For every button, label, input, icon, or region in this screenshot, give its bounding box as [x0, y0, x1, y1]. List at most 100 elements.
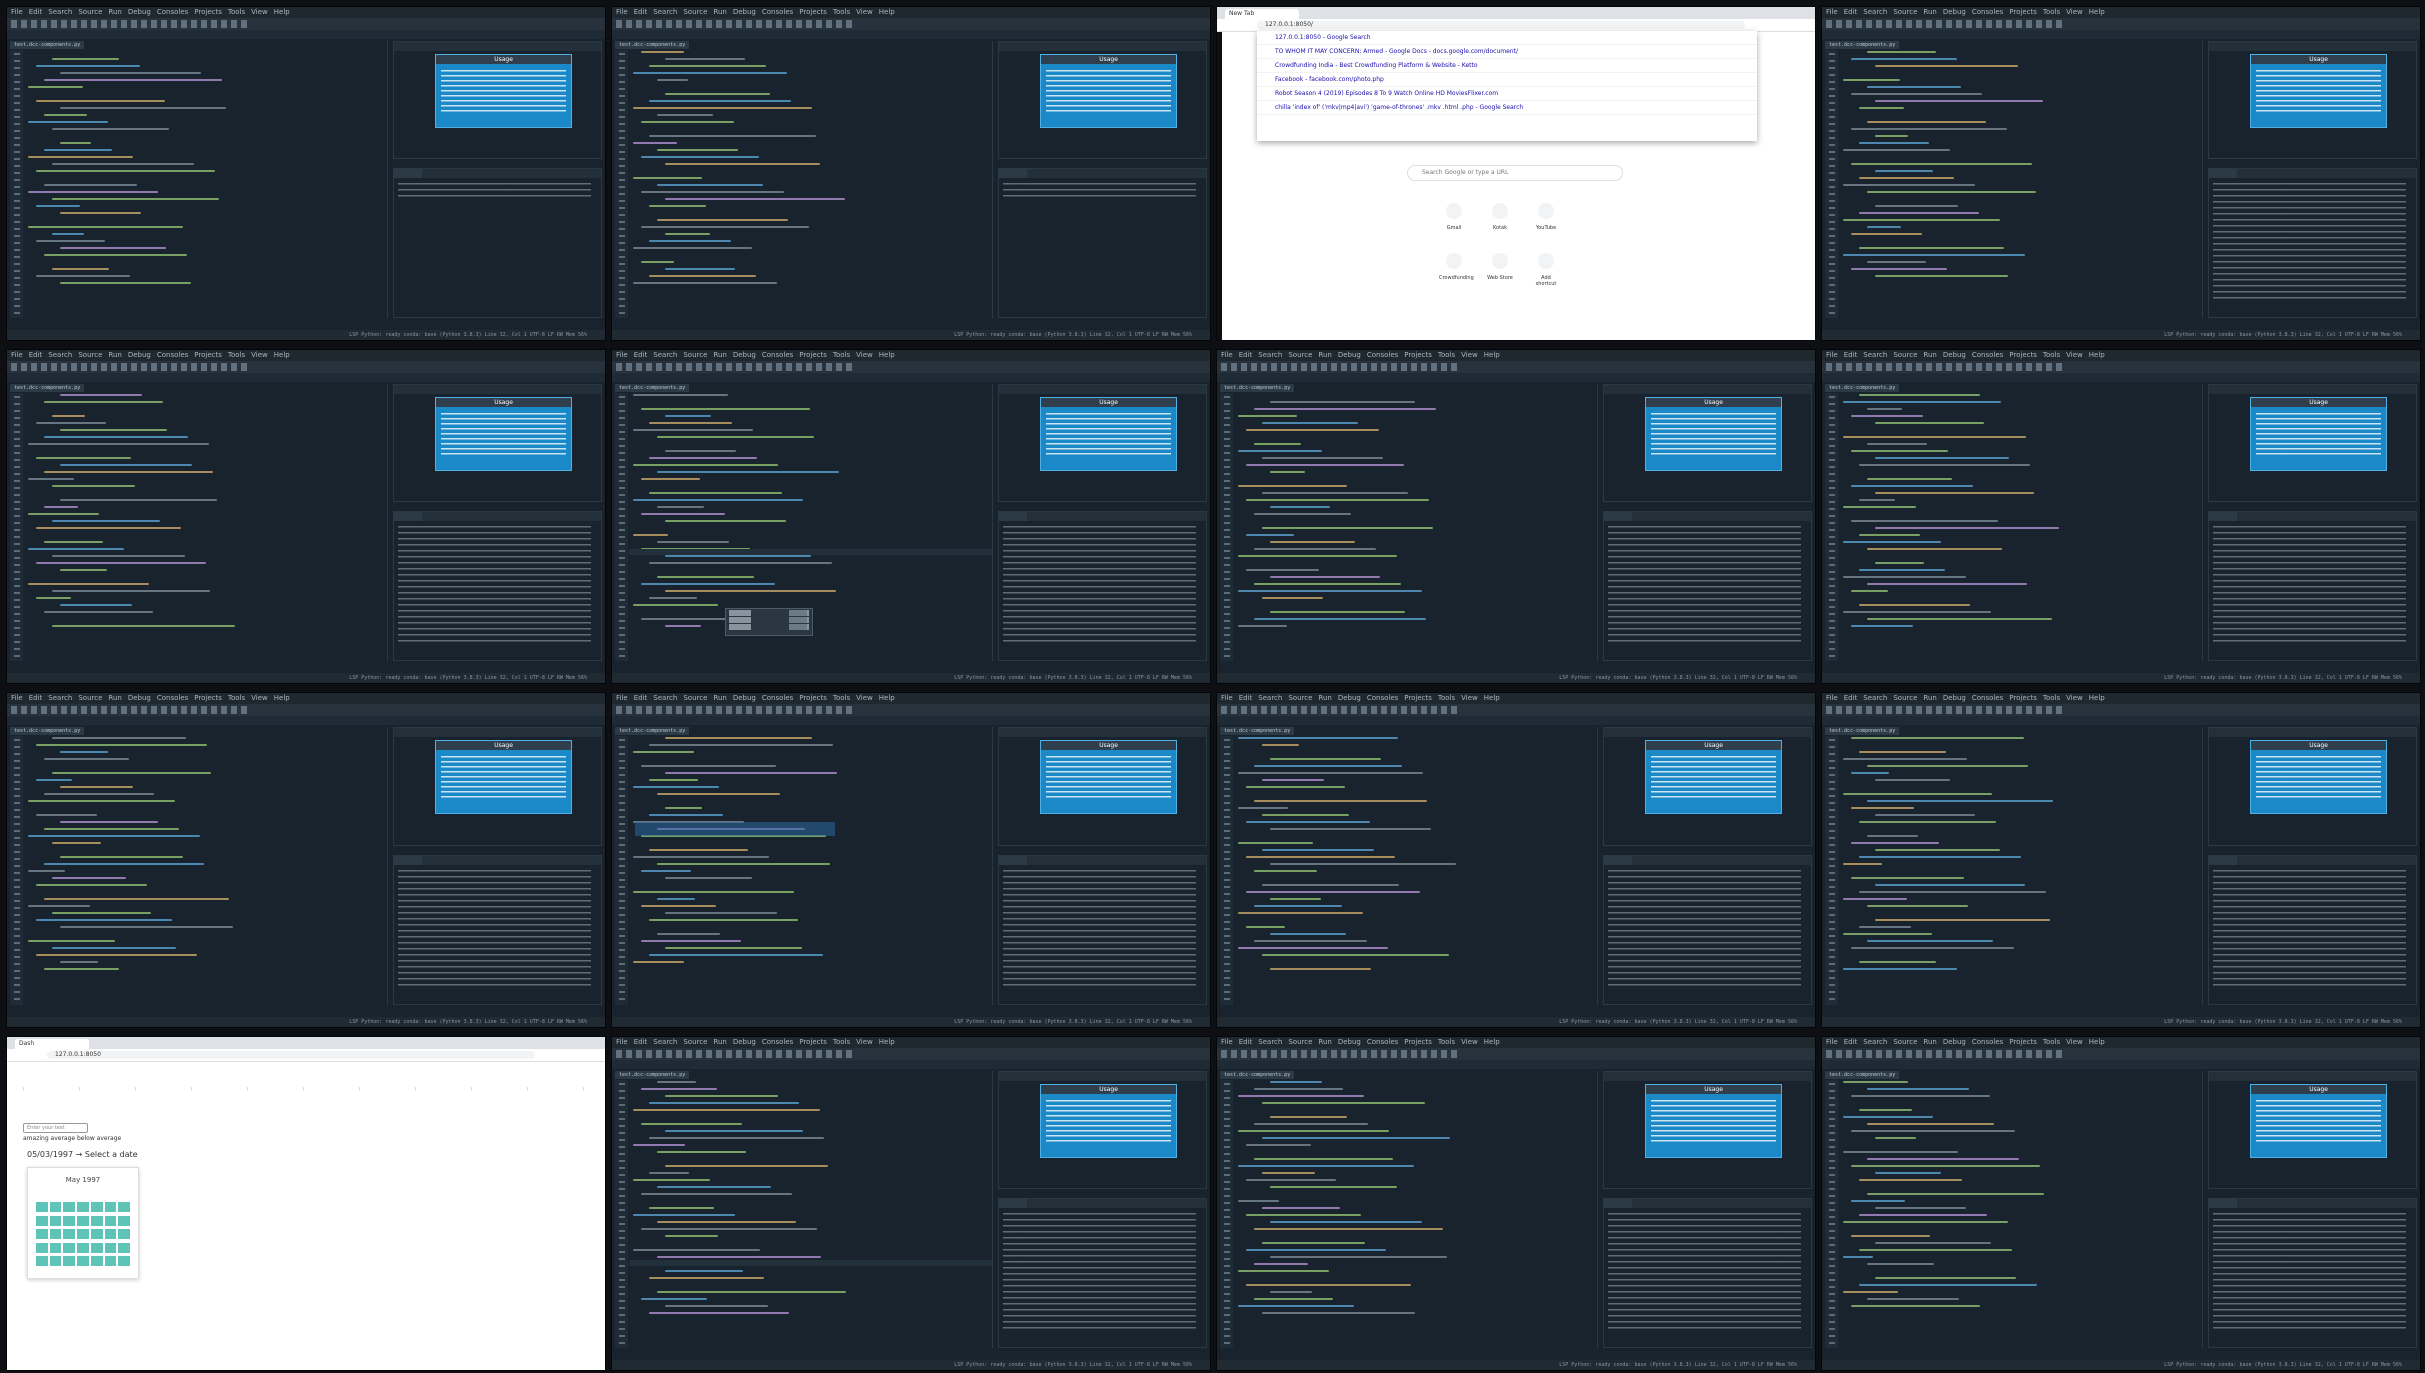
code-editor[interactable]: test.dcc-components.py — [615, 727, 993, 1005]
menu-debug[interactable]: Debug — [128, 351, 151, 359]
menu-consoles[interactable]: Consoles — [762, 1038, 793, 1046]
menu-search[interactable]: Search — [653, 1038, 677, 1046]
menu-tools[interactable]: Tools — [2043, 1038, 2060, 1046]
menu-debug[interactable]: Debug — [733, 694, 756, 702]
calendar-day[interactable] — [90, 1229, 103, 1240]
menu-tools[interactable]: Tools — [833, 1038, 850, 1046]
code-editor[interactable]: test.dcc-components.py — [10, 41, 388, 318]
menu-view[interactable]: View — [856, 694, 873, 702]
editor-tab[interactable]: test.dcc-components.py — [1220, 1071, 1294, 1079]
browser-tab[interactable]: New Tab — [1225, 9, 1299, 19]
menu-search[interactable]: Search — [48, 351, 72, 359]
shortcut-tile[interactable]: YouTube — [1531, 203, 1561, 231]
menu-projects[interactable]: Projects — [2009, 1038, 2037, 1046]
menu-file[interactable]: File — [1826, 351, 1838, 359]
calendar-day[interactable] — [118, 1202, 130, 1212]
code-editor[interactable]: test.dcc-components.py — [615, 1071, 993, 1348]
menu-search[interactable]: Search — [48, 8, 72, 16]
ipython-console[interactable] — [1602, 854, 1812, 1005]
menu-search[interactable]: Search — [1863, 1038, 1887, 1046]
menu-search[interactable]: Search — [653, 8, 677, 16]
menu-view[interactable]: View — [251, 8, 268, 16]
menu-help[interactable]: Help — [2089, 8, 2105, 16]
menu-run[interactable]: Run — [713, 351, 726, 359]
ipython-console[interactable] — [1602, 511, 1812, 661]
menu-help[interactable]: Help — [879, 1038, 895, 1046]
code-editor[interactable]: test.dcc-components.py — [1825, 727, 2203, 1005]
calendar-day[interactable] — [104, 1256, 117, 1267]
menu-file[interactable]: File — [11, 8, 23, 16]
menu-source[interactable]: Source — [1288, 1038, 1312, 1046]
calendar-day[interactable] — [63, 1202, 76, 1212]
menu-consoles[interactable]: Consoles — [1972, 351, 2003, 359]
menu-consoles[interactable]: Consoles — [157, 694, 188, 702]
calendar-day[interactable] — [63, 1256, 76, 1267]
menu-view[interactable]: View — [1461, 1038, 1478, 1046]
code-lines[interactable] — [1238, 394, 1591, 661]
console-tab[interactable] — [2208, 512, 2237, 522]
editor-tab[interactable]: test.dcc-components.py — [10, 384, 84, 392]
console-tab[interactable] — [998, 512, 1027, 522]
menu-edit[interactable]: Edit — [29, 8, 43, 16]
menu-source[interactable]: Source — [1893, 8, 1917, 16]
menu-tools[interactable]: Tools — [228, 351, 245, 359]
toolbar-icons[interactable] — [616, 363, 856, 371]
menu-help[interactable]: Help — [879, 351, 895, 359]
editor-tab[interactable]: test.dcc-components.py — [1825, 384, 1899, 392]
console-tabs[interactable] — [2208, 169, 2416, 179]
console-tabs[interactable] — [998, 855, 1206, 865]
menu-projects[interactable]: Projects — [2009, 694, 2037, 702]
menu-tools[interactable]: Tools — [1438, 694, 1455, 702]
editor-tab[interactable]: test.dcc-components.py — [1220, 384, 1294, 392]
menu-view[interactable]: View — [251, 694, 268, 702]
ipython-console[interactable] — [2207, 1198, 2417, 1348]
calendar-day[interactable] — [63, 1215, 76, 1226]
menu-search[interactable]: Search — [1258, 1038, 1282, 1046]
ipython-console[interactable] — [2207, 168, 2417, 318]
calendar-day[interactable] — [104, 1202, 117, 1212]
checklist[interactable]: amazing average below average — [23, 1135, 121, 1142]
menu-file[interactable]: File — [1826, 8, 1838, 16]
help-tabs[interactable] — [1603, 385, 1811, 394]
menu-edit[interactable]: Edit — [634, 694, 648, 702]
code-editor[interactable]: test.dcc-components.py — [1220, 384, 1598, 661]
help-tabs[interactable] — [2208, 385, 2416, 394]
calendar-day[interactable] — [63, 1242, 76, 1253]
menu-view[interactable]: View — [1461, 351, 1478, 359]
console-tab[interactable] — [393, 512, 422, 522]
menu-search[interactable]: Search — [1863, 8, 1887, 16]
calendar-day[interactable] — [49, 1202, 62, 1212]
menu-view[interactable]: View — [856, 8, 873, 16]
menu-run[interactable]: Run — [108, 351, 121, 359]
code-editor[interactable]: test.dcc-components.py — [615, 384, 993, 661]
menu-run[interactable]: Run — [1923, 1038, 1936, 1046]
menu-help[interactable]: Help — [2089, 351, 2105, 359]
help-tabs[interactable] — [393, 385, 601, 394]
menu-tools[interactable]: Tools — [2043, 694, 2060, 702]
menu-projects[interactable]: Projects — [1404, 1038, 1432, 1046]
menu-help[interactable]: Help — [2089, 1038, 2105, 1046]
ipython-console[interactable] — [1602, 1198, 1812, 1348]
calendar-day[interactable] — [90, 1215, 103, 1226]
google-search-box[interactable]: Search Google or type a URL — [1407, 165, 1623, 181]
menu-edit[interactable]: Edit — [29, 351, 43, 359]
menu-run[interactable]: Run — [713, 8, 726, 16]
menu-file[interactable]: File — [1221, 351, 1233, 359]
toolbar-icons[interactable] — [1221, 706, 1461, 714]
menu-edit[interactable]: Edit — [1844, 1038, 1858, 1046]
help-tabs[interactable] — [393, 42, 601, 51]
menu-file[interactable]: File — [1826, 1038, 1838, 1046]
menu-source[interactable]: Source — [1288, 351, 1312, 359]
menu-search[interactable]: Search — [1863, 694, 1887, 702]
menu-view[interactable]: View — [2066, 694, 2083, 702]
console-tabs[interactable] — [393, 169, 601, 179]
console-tabs[interactable] — [998, 169, 1206, 179]
toolbar-icons[interactable] — [11, 20, 251, 28]
ipython-console[interactable] — [392, 168, 602, 318]
console-tab[interactable] — [998, 1199, 1027, 1209]
menu-help[interactable]: Help — [1484, 694, 1500, 702]
code-lines[interactable] — [633, 51, 986, 318]
menu-help[interactable]: Help — [274, 694, 290, 702]
menu-debug[interactable]: Debug — [128, 694, 151, 702]
menu-edit[interactable]: Edit — [1239, 694, 1253, 702]
